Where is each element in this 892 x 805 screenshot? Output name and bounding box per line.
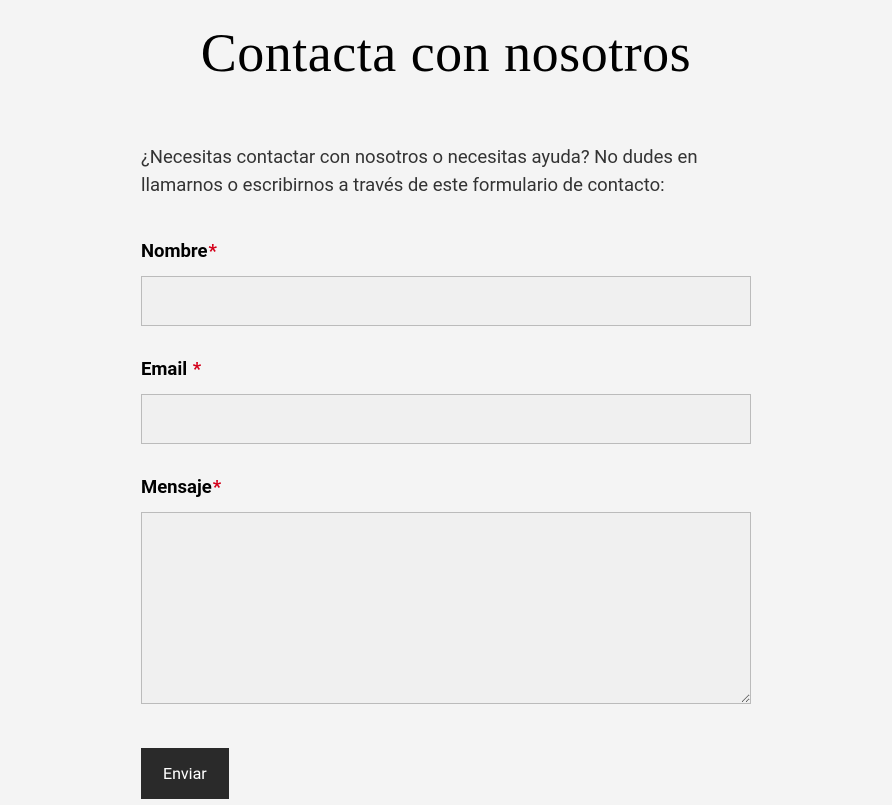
page-title: Contacta con nosotros [141, 0, 751, 144]
contact-form: Nombre* Email * Mensaje* Enviar [141, 240, 751, 799]
intro-text: ¿Necesitas contactar con nosotros o nece… [141, 144, 751, 200]
message-textarea[interactable] [141, 512, 751, 704]
email-label: Email * [141, 358, 751, 380]
name-field-group: Nombre* [141, 240, 751, 326]
message-label-text: Mensaje [141, 476, 212, 498]
submit-button[interactable]: Enviar [141, 748, 229, 799]
email-input[interactable] [141, 394, 751, 444]
name-label: Nombre* [141, 240, 751, 262]
name-label-text: Nombre [141, 240, 208, 262]
message-field-group: Mensaje* [141, 476, 751, 708]
email-field-group: Email * [141, 358, 751, 444]
name-input[interactable] [141, 276, 751, 326]
required-marker: * [213, 476, 221, 498]
required-marker: * [193, 358, 201, 380]
email-label-text: Email [141, 358, 192, 380]
message-label: Mensaje* [141, 476, 751, 498]
required-marker: * [209, 240, 217, 262]
